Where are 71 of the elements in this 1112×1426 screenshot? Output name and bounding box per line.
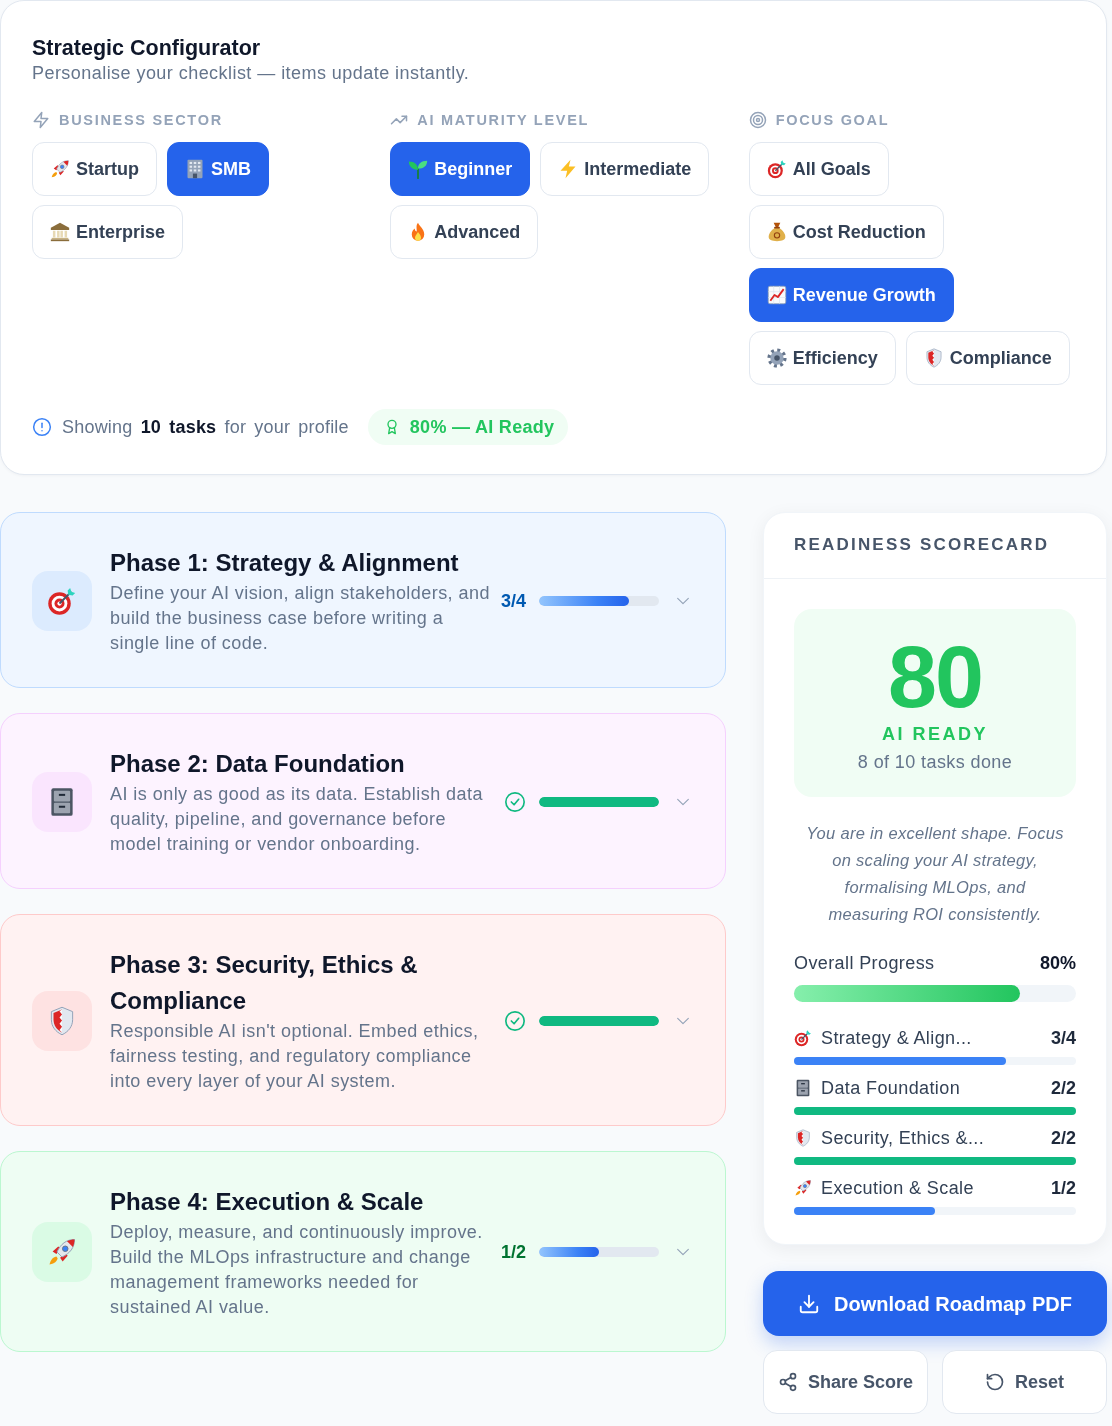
task-summary: Showing 10 tasks for your profile [62,416,349,439]
phase-title: Phase 3: Security, Ethics & Compliance [110,950,419,1016]
option-button[interactable]: Enterprise [32,205,184,259]
phase-description: Define your AI vision, align stakeholders, and build the business case before writing a single line of code. [110,582,491,655]
check-circle-icon [504,790,526,813]
score-message: You are in excellent shape. Focus on scaling your AI strategy, formalising MLOps, and measuring ROI consistently. [805,823,1065,925]
score-status: AI READY [881,723,989,745]
tasks-done: 8 of 10 tasks done [856,751,1014,773]
target-icon [748,111,767,129]
target-icon [32,570,92,631]
gear-icon [766,348,787,368]
phase-title: Phase 1: Strategy & Alignment [110,548,460,578]
phase-description: Deploy, measure, and continuously improve. Build the MLOps infrastructure and change management frameworks needed for sustained AI value. [110,1221,484,1319]
section-label: FOCUS GOAL [775,111,890,129]
office-building-icon [185,159,205,179]
readiness-label: 80% — AI Ready [409,416,555,439]
check-circle-icon [504,1009,526,1032]
option-button[interactable]: Intermediate [540,142,710,196]
option-button[interactable]: Efficiency [748,331,896,385]
phase-progress-count: 3/4 [1050,1027,1076,1050]
section-label: AI MATURITY LEVEL [417,111,590,129]
shield-icon [923,348,944,368]
progress-count: 1/2 [500,1241,526,1264]
lightning-icon [32,111,50,129]
phase-description: Responsible AI isn't optional. Embed ethics, fairness testing, and regulatory compliance into every layer of your AI system. [110,1020,480,1093]
target-icon [794,1029,812,1047]
phase-description: AI is only as good as its data. Establish data quality, pipeline, and governance before model training or vendor onboarding. [110,783,484,856]
seedling-icon [408,159,429,179]
option-button[interactable]: Revenue Growth [748,268,954,322]
progress-count: 3/4 [500,589,526,613]
line-chart-icon [766,285,787,305]
shield-icon [794,1129,812,1147]
phase-progress-count: 1/2 [1050,1177,1076,1200]
option-button[interactable]: All Goals [748,142,889,196]
phase-progress-count: 2/2 [1050,1127,1076,1150]
phase-title: Phase 2: Data Foundation [110,749,406,779]
share-button[interactable]: Share Score [763,1350,928,1414]
money-bag-icon [766,222,787,242]
rotate-arrow-icon [985,1372,1005,1392]
columned-building-icon [50,222,70,242]
option-button[interactable]: Compliance [905,331,1070,385]
section-label: BUSINESS SECTOR [59,111,223,129]
phase-progress-count: 2/2 [1050,1077,1076,1100]
rocket-icon [50,159,70,179]
overall-label: Overall Progress [794,952,935,975]
phase-progress-label: Strategy & Align... [821,1027,973,1050]
target-icon [766,159,787,179]
option-button[interactable]: Startup [32,142,157,196]
score-value: 80 [887,633,983,721]
download-button[interactable]: Download Roadmap PDF [763,1271,1107,1336]
panel-subtitle: Personalise your checklist — items update instantly. [32,62,471,85]
option-button[interactable]: Cost Reduction [748,205,944,259]
overall-value: 80% [1039,952,1076,975]
option-button[interactable]: Beginner [390,142,531,196]
rocket-icon [32,1222,92,1282]
reset-button[interactable]: Reset [942,1350,1107,1414]
scorecard-title: READINESS SCORECARD [794,534,1051,556]
shield-icon [32,990,92,1051]
option-button[interactable]: SMB [167,142,269,196]
file-cabinet-icon [32,771,92,832]
phase-progress-label: Security, Ethics &... [821,1127,986,1150]
phase-title: Phase 4: Execution & Scale [110,1187,425,1217]
phase-progress-label: Execution & Scale [821,1177,975,1200]
rocket-icon [794,1179,812,1197]
share-icon [777,1372,798,1392]
option-button[interactable]: Advanced [390,205,539,259]
download-icon [798,1292,821,1315]
panel-title: Strategic Configurator [32,35,262,61]
phase-progress-label: Data Foundation [821,1077,962,1100]
file-cabinet-icon [794,1079,812,1097]
info-icon [32,417,52,437]
